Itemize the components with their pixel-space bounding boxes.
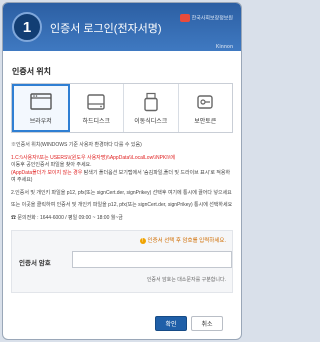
note-click-select[interactable]: 또는 이곳을 클릭하여 인증서 및 개인키 파일을 p12, pfx(또는 si… [11,202,233,210]
note-contact: ☎ 문의전화 : 1644-6000 / 평일 09:00 ~ 18:00 월~… [11,214,123,221]
note-hidden-red: (AppData폴더가 보이지 않는 경우 [11,169,83,176]
brand-logo: 한국사회보장정보원 Kinnon [173,9,233,50]
security-token-icon [197,94,213,109]
instructions: ※인증서 위치(WINDOWS 기준 사용자 환경마다 다를 수 있음) 1.C… [11,142,233,222]
note-path: 1.C:\\사용자\\또는 USERS\\(윈도우 사용자명)\\AppData… [11,155,233,185]
certificate-login-window: 1 인증서 로그인(전자서명) 한국사회보장정보원 Kinnon 인증서 위치 … [2,2,242,340]
window-title: 인증서 로그인(전자서명) [50,23,162,35]
note-path-red: 1.C:\\사용자\\또는 USERS\\(윈도우 사용자명)\\AppData… [11,154,176,161]
tile-label: 이동식디스크 [134,118,168,125]
password-hint-text: 인증서 선택 후 암호를 입력하세요. [147,238,226,244]
browser-icon [30,92,52,110]
tile-label: 보안토큰 [194,118,217,125]
note-drag-drop[interactable]: 2.인증서 및 개인키 파일을 p12, pfx(또는 signCert.der… [11,190,233,198]
location-tiles: 브라우저 하드디스크 이동식디스크 보안토큰 [11,83,233,133]
tile-hard-disk[interactable]: 하드디스크 [69,84,124,132]
password-hint: ! 인증서 선택 후 암호를 입력하세요. [139,236,226,244]
password-label: 인증서 암호 [19,260,51,267]
note-location: ※인증서 위치(WINDOWS 기준 사용자 환경마다 다를 수 있음) [11,142,142,148]
brand-name: 한국사회보장정보원 [191,15,233,22]
section-title-location: 인증서 위치 [12,67,52,76]
brand-sub: Kinnon [215,44,233,50]
cancel-button[interactable]: 취소 [191,316,223,331]
tile-browser[interactable]: 브라우저 [12,84,70,132]
window-header: 1 인증서 로그인(전자서명) 한국사회보장정보원 Kinnon [3,3,241,51]
note-path-text: 이동후 공인인증서 파일을 찾아 주세요. [11,162,92,168]
warning-icon: ! [139,237,146,244]
tile-label: 브라우저 [29,118,52,125]
password-section: ! 인증서 선택 후 암호를 입력하세요. 인증서 암호 인증서 암호는 대소문자… [11,230,233,293]
step-badge: 1 [12,12,42,42]
ok-button[interactable]: 확인 [155,316,187,331]
tile-usb-drive[interactable]: 이동식디스크 [124,84,179,132]
password-note: 인증서 암호는 대소문자를 구분합니다. [146,277,226,283]
brand-icon [179,13,190,22]
tile-security-token[interactable]: 보안토큰 [178,84,232,132]
dialog-buttons: 확인 취소 [3,316,241,331]
usb-drive-icon [144,92,158,111]
password-input[interactable] [72,251,232,268]
tile-label: 하드디스크 [82,118,111,125]
hard-disk-icon [87,93,105,110]
